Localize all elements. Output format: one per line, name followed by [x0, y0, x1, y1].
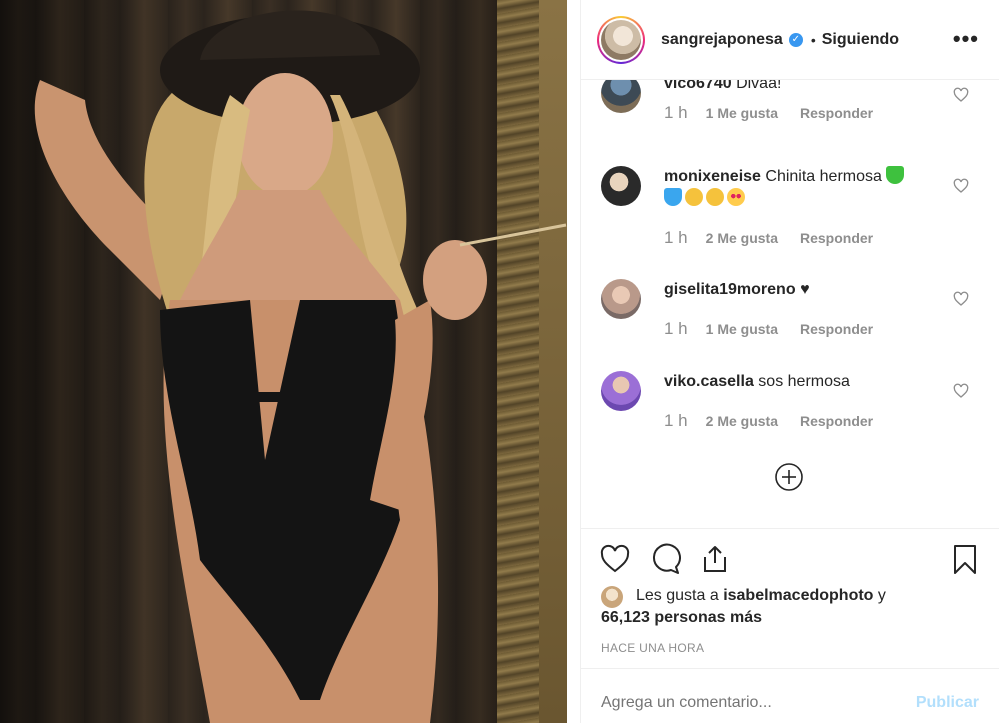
reply-button[interactable]: Responder: [800, 321, 873, 337]
post-timestamp[interactable]: HACE UNA HORA: [601, 641, 704, 655]
author-username[interactable]: sangrejaponesa: [661, 31, 783, 49]
panel-gap: [567, 0, 581, 723]
save-bookmark-icon[interactable]: [949, 543, 981, 575]
comment-body: viko.casella sos hermosa: [664, 371, 944, 393]
comment-text: Divaa!: [736, 80, 782, 92]
comment-username[interactable]: monixeneise: [664, 168, 761, 185]
avatar-image: [601, 19, 641, 60]
load-more-comments-icon[interactable]: [774, 462, 804, 492]
reply-button[interactable]: Responder: [800, 105, 873, 121]
post-photo[interactable]: [0, 0, 567, 723]
comment-likes[interactable]: 1 Me gusta: [706, 105, 778, 121]
post-actions: Les gusta a isabelmacedophoto y 66,123 p…: [581, 528, 999, 668]
heart-eyes-emoji-icon: [727, 188, 745, 206]
verified-badge-icon: ✓: [788, 32, 803, 47]
commenter-avatar[interactable]: [601, 80, 641, 113]
likes-connector: y: [877, 587, 886, 604]
reply-button[interactable]: Responder: [800, 413, 873, 429]
comment-meta: 1 h 1 Me gusta Responder: [664, 103, 873, 123]
comment-input[interactable]: [601, 694, 891, 712]
model-figure: [34, 10, 567, 723]
add-comment-bar: Publicar: [581, 668, 999, 723]
comment-username[interactable]: viko.casella: [664, 373, 754, 390]
header-separator: •: [810, 31, 816, 48]
like-heart-icon[interactable]: [599, 543, 631, 575]
likes-summary: Les gusta a isabelmacedophoto y 66,123 p…: [601, 585, 991, 629]
author-avatar[interactable]: [597, 15, 645, 64]
comment-body: monixeneise Chinita hermosa: [664, 166, 944, 210]
comment-time[interactable]: 1 h: [664, 319, 688, 339]
comment-bubble-icon[interactable]: [649, 543, 681, 575]
liker-username[interactable]: isabelmacedophoto: [723, 587, 873, 604]
comment-meta: 1 h 1 Me gusta Responder: [664, 319, 873, 339]
clapping-hands-emoji-icon: [706, 188, 724, 206]
comment-time[interactable]: 1 h: [664, 411, 688, 431]
post-header: sangrejaponesa ✓ • Siguiendo •••: [581, 0, 999, 80]
likes-count[interactable]: 66,123 personas más: [601, 609, 762, 626]
like-comment-heart-icon[interactable]: [953, 383, 969, 399]
commenter-avatar[interactable]: [601, 166, 641, 206]
more-options-icon[interactable]: •••: [953, 26, 979, 52]
reply-button[interactable]: Responder: [800, 230, 873, 246]
share-icon[interactable]: [699, 543, 731, 575]
commenter-avatar[interactable]: [601, 371, 641, 411]
likes-prefix: Les gusta a: [636, 587, 719, 604]
comment-body: vico6740 Divaa!: [664, 80, 944, 95]
avatar-ring-inner: [599, 17, 643, 62]
publish-button[interactable]: Publicar: [916, 694, 979, 712]
blue-heart-emoji-icon: [664, 188, 682, 206]
comment-text: sos hermosa: [758, 373, 850, 390]
comment-time[interactable]: 1 h: [664, 228, 688, 248]
comment-username[interactable]: giselita19moreno: [664, 281, 796, 298]
comment-likes[interactable]: 2 Me gusta: [706, 413, 778, 429]
following-button[interactable]: Siguiendo: [822, 31, 899, 49]
commenter-avatar[interactable]: [601, 279, 641, 319]
comment-likes[interactable]: 2 Me gusta: [706, 230, 778, 246]
comments-list[interactable]: vico6740 Divaa! 1 h 1 Me gusta Responder…: [581, 80, 999, 528]
comment-time[interactable]: 1 h: [664, 103, 688, 123]
like-comment-heart-icon[interactable]: [953, 178, 969, 194]
green-heart-emoji-icon: [886, 166, 905, 184]
comment-text: ♥: [800, 281, 810, 298]
like-comment-heart-icon[interactable]: [953, 291, 969, 307]
comment-username[interactable]: vico6740: [664, 80, 732, 92]
liker-avatar[interactable]: [601, 586, 623, 608]
comment-likes[interactable]: 1 Me gusta: [706, 321, 778, 337]
comment-text: Chinita hermosa: [765, 168, 882, 185]
comment-meta: 1 h 2 Me gusta Responder: [664, 411, 873, 431]
clapping-hands-emoji-icon: [685, 188, 703, 206]
comment-body: giselita19moreno ♥: [664, 279, 944, 301]
like-comment-heart-icon[interactable]: [953, 87, 969, 103]
comment-meta: 1 h 2 Me gusta Responder: [664, 228, 873, 248]
